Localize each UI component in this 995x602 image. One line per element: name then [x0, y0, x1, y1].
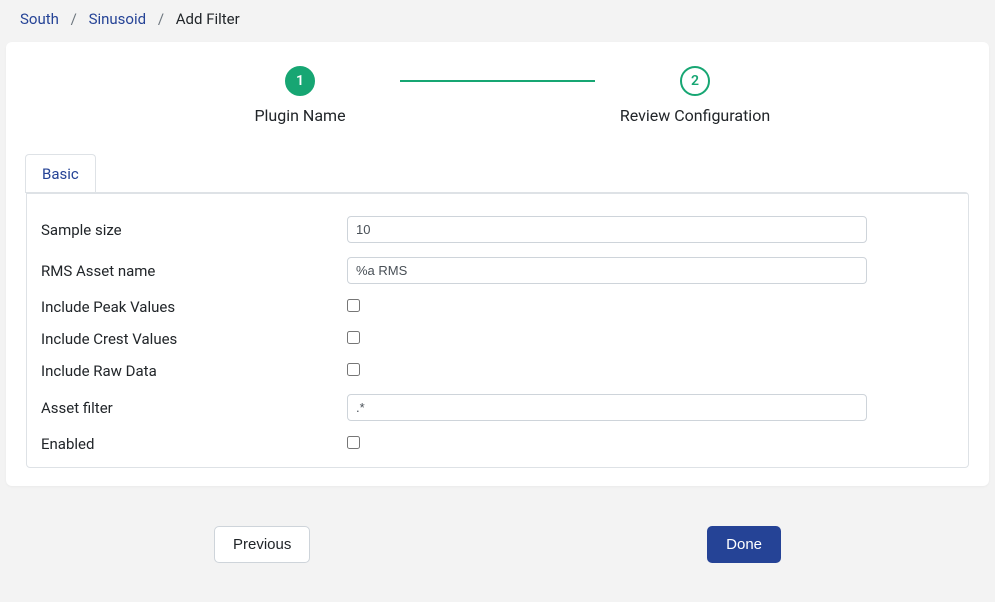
row-include-peak-values: Include Peak Values — [41, 298, 954, 316]
breadcrumb-separator: / — [150, 10, 172, 28]
label-enabled: Enabled — [41, 435, 347, 453]
input-asset-filter[interactable] — [347, 394, 867, 421]
wizard-step-review-configuration[interactable]: 2 Review Configuration — [595, 66, 795, 125]
wizard-card: 1 Plugin Name 2 Review Configuration Bas… — [6, 42, 989, 486]
tab-basic[interactable]: Basic — [25, 154, 96, 193]
label-rms-asset-name: RMS Asset name — [41, 262, 347, 280]
step-label: Review Configuration — [595, 106, 795, 125]
step-number-badge: 2 — [680, 66, 710, 96]
label-include-raw-data: Include Raw Data — [41, 362, 347, 380]
checkbox-include-crest-values[interactable] — [347, 331, 360, 344]
previous-button[interactable]: Previous — [214, 526, 310, 563]
wizard-stepper: 1 Plugin Name 2 Review Configuration — [200, 66, 795, 125]
wizard-connector — [400, 80, 595, 82]
breadcrumb-current: Add Filter — [176, 10, 240, 28]
label-sample-size: Sample size — [41, 221, 347, 239]
label-include-peak-values: Include Peak Values — [41, 298, 347, 316]
label-include-crest-values: Include Crest Values — [41, 330, 347, 348]
row-include-crest-values: Include Crest Values — [41, 330, 954, 348]
label-asset-filter: Asset filter — [41, 399, 347, 417]
breadcrumb: South / Sinusoid / Add Filter — [0, 0, 995, 42]
input-rms-asset-name[interactable] — [347, 257, 867, 284]
tab-body-wrapper: Sample size RMS Asset name Include Peak … — [26, 192, 969, 468]
step-label: Plugin Name — [200, 106, 400, 125]
checkbox-enabled[interactable] — [347, 436, 360, 449]
breadcrumb-link-south[interactable]: South — [20, 10, 59, 28]
input-sample-size[interactable] — [347, 216, 867, 243]
row-asset-filter: Asset filter — [41, 394, 954, 421]
tab-body-basic: Sample size RMS Asset name Include Peak … — [27, 193, 968, 467]
breadcrumb-separator: / — [63, 10, 85, 28]
checkbox-include-raw-data[interactable] — [347, 363, 360, 376]
row-include-raw-data: Include Raw Data — [41, 362, 954, 380]
row-enabled: Enabled — [41, 435, 954, 453]
row-rms-asset-name: RMS Asset name — [41, 257, 954, 284]
tab-bar: Basic — [26, 153, 969, 192]
row-sample-size: Sample size — [41, 216, 954, 243]
breadcrumb-link-sinusoid[interactable]: Sinusoid — [89, 10, 147, 28]
wizard-button-row: Previous Done — [214, 526, 781, 563]
config-panel: Basic Sample size RMS Asset name In — [26, 153, 969, 468]
done-button[interactable]: Done — [707, 526, 781, 563]
step-number-badge: 1 — [285, 66, 315, 96]
checkbox-include-peak-values[interactable] — [347, 299, 360, 312]
wizard-step-plugin-name[interactable]: 1 Plugin Name — [200, 66, 400, 125]
